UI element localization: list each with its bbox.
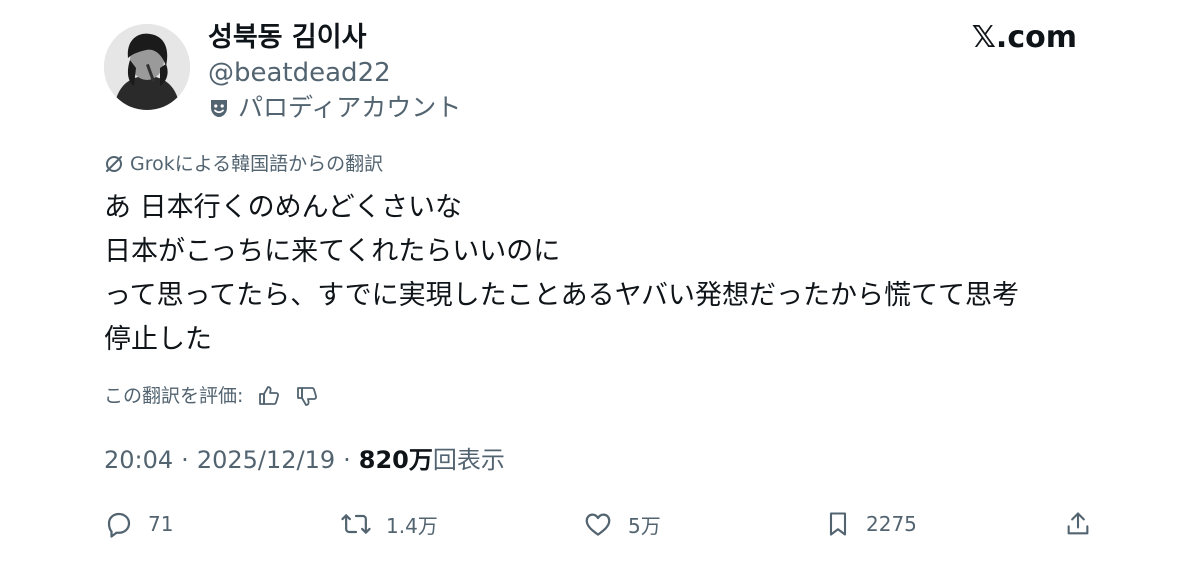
repost-count: 1.4万 bbox=[386, 513, 438, 538]
x-brand-logo: 𝕏.com bbox=[971, 20, 1077, 55]
rate-translation: この翻訳を評価: bbox=[104, 382, 319, 410]
views-label: 回表示 bbox=[432, 446, 505, 474]
tweet-card: 성북동 김이사 @beatdead22 パロディアカウント 𝕏.com Grok… bbox=[0, 0, 1199, 572]
reply-bubble-icon bbox=[107, 512, 131, 538]
tweet-text-line: 日本がこっちに来てくれたらいいのに bbox=[104, 236, 561, 267]
like-button[interactable]: 5万 bbox=[582, 504, 661, 544]
meta-separator: · bbox=[181, 446, 189, 474]
repost-button[interactable]: 1.4万 bbox=[340, 504, 438, 544]
like-count: 5万 bbox=[628, 513, 661, 538]
tweet-text-line: って思ってたら、すでに実現したことあるヤバい発想だったから慌てて思考 bbox=[104, 280, 1020, 311]
views-count: 820万 bbox=[358, 446, 433, 474]
tweet-time[interactable]: 20:04 bbox=[104, 444, 173, 476]
rate-translation-label: この翻訳を評価: bbox=[104, 385, 244, 407]
user-handle[interactable]: @beatdead22 bbox=[208, 56, 391, 90]
share-icon bbox=[1067, 512, 1089, 535]
parody-label: パロディアカウント bbox=[238, 93, 462, 122]
display-name[interactable]: 성북동 김이사 bbox=[208, 20, 366, 56]
reply-count: 71 bbox=[148, 512, 174, 536]
reply-button[interactable]: 71 bbox=[104, 504, 173, 544]
tweet-text-line: 停止した bbox=[104, 324, 212, 355]
avatar[interactable] bbox=[104, 24, 190, 110]
grok-icon bbox=[104, 154, 124, 174]
bookmark-icon bbox=[829, 512, 847, 536]
tweet-text-line: あ 日本行くのめんどくさいな bbox=[104, 192, 462, 223]
tweet-meta: 20:04 · 2025/12/19 · 820万 回表示 bbox=[104, 444, 505, 476]
thumbs-up-button[interactable] bbox=[257, 384, 281, 408]
repost-icon bbox=[341, 514, 371, 534]
theater-mask-icon bbox=[208, 97, 230, 119]
thumbs-up-icon bbox=[259, 386, 280, 405]
meta-separator: · bbox=[343, 446, 351, 474]
thumbs-down-icon bbox=[297, 387, 318, 406]
action-bar: 71 1.4万 5万 2275 bbox=[104, 504, 1094, 544]
bookmark-count: 2275 bbox=[866, 512, 917, 536]
tweet-text: あ 日本行くのめんどくさいな 日本がこっちに来てくれたらいいのに って思ってたら… bbox=[104, 186, 1124, 362]
parody-badge: パロディアカウント bbox=[208, 92, 461, 124]
tweet-date[interactable]: 2025/12/19 bbox=[197, 444, 335, 476]
heart-icon bbox=[585, 513, 611, 536]
thumbs-down-button[interactable] bbox=[295, 384, 319, 408]
bookmark-button[interactable]: 2275 bbox=[824, 504, 917, 544]
translation-note: Grokによる韓国語からの翻訳 bbox=[104, 150, 383, 178]
share-button[interactable] bbox=[1064, 504, 1092, 544]
translation-note-text: Grokによる韓国語からの翻訳 bbox=[130, 153, 384, 175]
